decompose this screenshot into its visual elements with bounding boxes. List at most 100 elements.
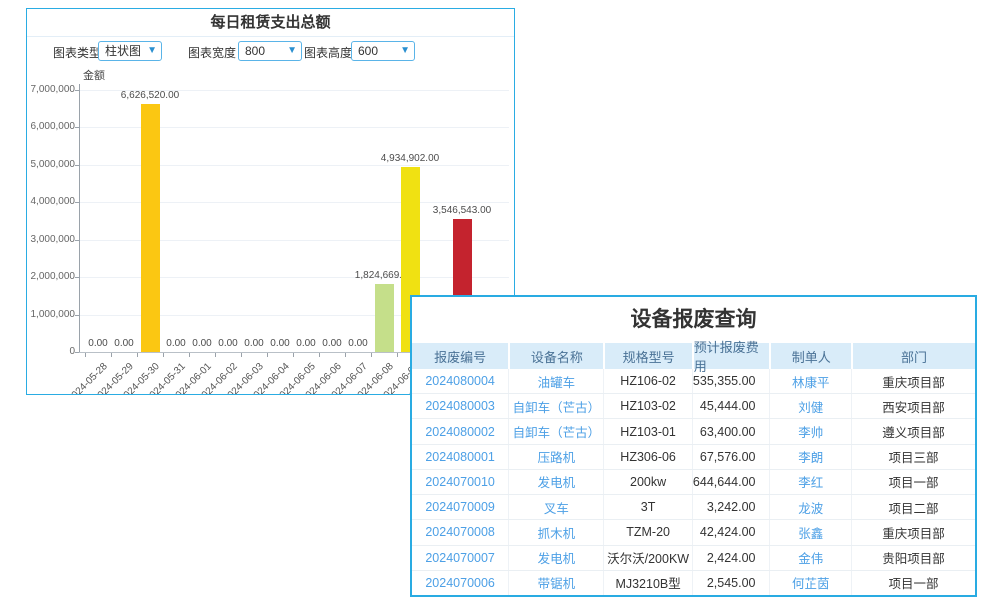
bar-zero-label: 0.00	[348, 338, 367, 349]
chart-bar[interactable]	[141, 104, 160, 352]
bar-zero-label: 0.00	[88, 338, 107, 349]
table-row: 2024070010发电机200kw644,644.00李红项目一部	[412, 470, 975, 495]
bar-value-label: 6,626,520.00	[121, 90, 179, 101]
table-header-row: 报废编号设备名称规格型号预计报废费用制单人部门	[412, 343, 975, 369]
table-cell: 63,400.00	[692, 419, 770, 443]
table-cell-link[interactable]: 2024070006	[412, 571, 508, 595]
x-axis-tick	[267, 353, 268, 357]
table-cell-link[interactable]: 发电机	[508, 470, 603, 494]
table-cell: HZ103-01	[603, 419, 691, 443]
chart-y-axis-title: 金额	[83, 67, 105, 83]
bar-value-label: 3,546,543.00	[433, 205, 491, 216]
table-row: 2024070006带锯机MJ3210B型2,545.00何芷茵项目一部	[412, 571, 975, 595]
chart-panel-title: 每日租赁支出总额	[27, 9, 514, 37]
x-axis-date-label: 2024-05-28	[27, 361, 110, 394]
table-cell-link[interactable]: 2024080001	[412, 445, 508, 469]
table-cell: 项目三部	[851, 445, 975, 469]
x-axis-tick	[371, 353, 372, 357]
chart-height-select[interactable]: 600 ▼	[351, 41, 415, 61]
column-header: 制单人	[769, 343, 851, 369]
table-cell: HZ106-02	[603, 369, 691, 393]
table-cell-link[interactable]: 金伟	[769, 546, 851, 570]
table-cell-link[interactable]: 林康平	[769, 369, 851, 393]
table-cell-link[interactable]: 发电机	[508, 546, 603, 570]
table-cell-link[interactable]: 带锯机	[508, 571, 603, 595]
table-cell-link[interactable]: 2024070008	[412, 520, 508, 544]
table-cell: 重庆项目部	[851, 520, 975, 544]
bar-zero-label: 0.00	[166, 338, 185, 349]
bar-value-label: 4,934,902.00	[381, 153, 439, 164]
chevron-down-icon: ▼	[400, 42, 410, 60]
table-cell: 项目一部	[851, 571, 975, 595]
x-axis-tick	[397, 353, 398, 357]
table-cell-link[interactable]: 何芷茵	[769, 571, 851, 595]
table-cell: HZ103-02	[603, 394, 691, 418]
table-cell: 西安项目部	[851, 394, 975, 418]
y-axis-tick-label: 4,000,000	[27, 196, 75, 207]
chart-controls: 图表类型： 柱状图 ▼ 图表宽度： 800 ▼ 图表高度： 600 ▼	[27, 38, 514, 66]
chart-bar[interactable]	[375, 284, 394, 352]
table-cell-link[interactable]: 2024070007	[412, 546, 508, 570]
table-cell-link[interactable]: 刘健	[769, 394, 851, 418]
table-cell-link[interactable]: 李帅	[769, 419, 851, 443]
table-cell: 重庆项目部	[851, 369, 975, 393]
bar-zero-label: 0.00	[192, 338, 211, 349]
chart-type-value: 柱状图	[105, 44, 141, 58]
table-cell: 贵阳项目部	[851, 546, 975, 570]
x-axis-tick	[137, 353, 138, 357]
table-cell-link[interactable]: 叉车	[508, 495, 603, 519]
x-axis-tick	[241, 353, 242, 357]
bar-zero-label: 0.00	[244, 338, 263, 349]
table-cell: 项目二部	[851, 495, 975, 519]
table-cell: 2,545.00	[692, 571, 770, 595]
table-cell: 644,644.00	[692, 470, 770, 494]
x-axis-tick	[189, 353, 190, 357]
table-cell-link[interactable]: 自卸车（芒古）	[508, 419, 603, 443]
chart-type-select[interactable]: 柱状图 ▼	[98, 41, 162, 61]
table-cell: TZM-20	[603, 520, 691, 544]
chart-width-select[interactable]: 800 ▼	[238, 41, 302, 61]
table-row: 2024080004油罐车HZ106-02535,355.00林康平重庆项目部	[412, 369, 975, 394]
table-cell: 45,444.00	[692, 394, 770, 418]
table-cell-link[interactable]: 2024080004	[412, 369, 508, 393]
column-header: 部门	[851, 343, 975, 369]
table-cell: 2,424.00	[692, 546, 770, 570]
table-cell-link[interactable]: 龙波	[769, 495, 851, 519]
table-cell: 200kw	[603, 470, 691, 494]
table-cell-link[interactable]: 张鑫	[769, 520, 851, 544]
table-row: 2024080003自卸车（芒古）HZ103-0245,444.00刘健西安项目…	[412, 394, 975, 419]
y-axis-tick-label: 3,000,000	[27, 234, 75, 245]
y-axis-tick-label: 2,000,000	[27, 271, 75, 282]
x-axis-tick	[111, 353, 112, 357]
y-axis-line	[79, 84, 80, 353]
table-cell: MJ3210B型	[603, 571, 691, 595]
y-axis-tick-label: 1,000,000	[27, 309, 75, 320]
table-cell: 沃尔沃/200KW	[603, 546, 691, 570]
table-cell-link[interactable]: 油罐车	[508, 369, 603, 393]
table-cell-link[interactable]: 李红	[769, 470, 851, 494]
table-row: 2024070008抓木机TZM-2042,424.00张鑫重庆项目部	[412, 520, 975, 545]
x-axis-tick	[215, 353, 216, 357]
table-cell-link[interactable]: 2024080002	[412, 419, 508, 443]
table-row: 2024080002自卸车（芒古）HZ103-0163,400.00李帅遵义项目…	[412, 419, 975, 444]
table-cell: 535,355.00	[692, 369, 770, 393]
table-row: 2024070007发电机沃尔沃/200KW2,424.00金伟贵阳项目部	[412, 546, 975, 571]
table-cell-link[interactable]: 2024070010	[412, 470, 508, 494]
table-cell-link[interactable]: 抓木机	[508, 520, 603, 544]
table-cell: 67,576.00	[692, 445, 770, 469]
table-row: 2024080001压路机HZ306-0667,576.00李朗项目三部	[412, 445, 975, 470]
table-cell-link[interactable]: 2024070009	[412, 495, 508, 519]
table-cell-link[interactable]: 压路机	[508, 445, 603, 469]
column-header: 预计报废费用	[692, 343, 770, 369]
bar-zero-label: 0.00	[218, 338, 237, 349]
table-cell-link[interactable]: 自卸车（芒古）	[508, 394, 603, 418]
column-header: 报废编号	[412, 343, 508, 369]
table-cell-link[interactable]: 2024080003	[412, 394, 508, 418]
column-header: 设备名称	[508, 343, 603, 369]
equipment-scrap-query-panel: 设备报废查询 报废编号设备名称规格型号预计报废费用制单人部门 202408000…	[410, 295, 977, 597]
y-axis-tick-label: 7,000,000	[27, 84, 75, 95]
table-cell: 遵义项目部	[851, 419, 975, 443]
table-body: 2024080004油罐车HZ106-02535,355.00林康平重庆项目部2…	[412, 369, 975, 595]
table-cell: 3,242.00	[692, 495, 770, 519]
table-cell-link[interactable]: 李朗	[769, 445, 851, 469]
